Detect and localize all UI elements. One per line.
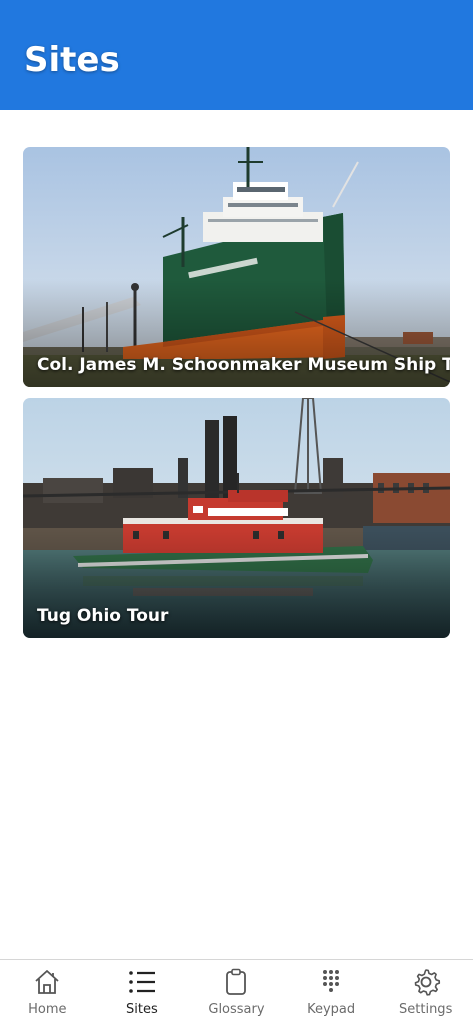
site-card-label: Tug Ohio Tour <box>37 606 169 626</box>
freighter-ship-photo <box>23 147 450 387</box>
tab-label: Keypad <box>307 1002 356 1017</box>
bottom-tab-bar: Home Sites Glossary Keypad Settings <box>0 959 473 1024</box>
clipboard-icon <box>226 968 247 995</box>
tab-keypad[interactable]: Keypad <box>284 960 379 1024</box>
keypad-icon <box>323 970 340 992</box>
app-header: Sites <box>0 0 473 110</box>
tab-sites[interactable]: Sites <box>95 960 190 1024</box>
tab-home[interactable]: Home <box>0 960 95 1024</box>
tab-settings[interactable]: Settings <box>378 960 473 1024</box>
tab-label: Glossary <box>208 1002 265 1017</box>
gear-icon <box>414 969 440 996</box>
page-title: Sites <box>24 40 120 80</box>
site-card-schoonmaker[interactable]: Col. James M. Schoonmaker Museum Ship To… <box>23 147 450 387</box>
site-card-tug-ohio[interactable]: Tug Ohio Tour <box>23 398 450 638</box>
list-icon <box>129 971 155 993</box>
site-card-label: Col. James M. Schoonmaker Museum Ship To… <box>37 355 450 375</box>
tab-glossary[interactable]: Glossary <box>189 960 284 1024</box>
tab-label: Sites <box>126 1002 158 1017</box>
tab-label: Home <box>28 1002 67 1017</box>
red-tugboat-photo <box>23 398 450 638</box>
tab-label: Settings <box>399 1002 453 1017</box>
home-icon <box>35 970 59 994</box>
